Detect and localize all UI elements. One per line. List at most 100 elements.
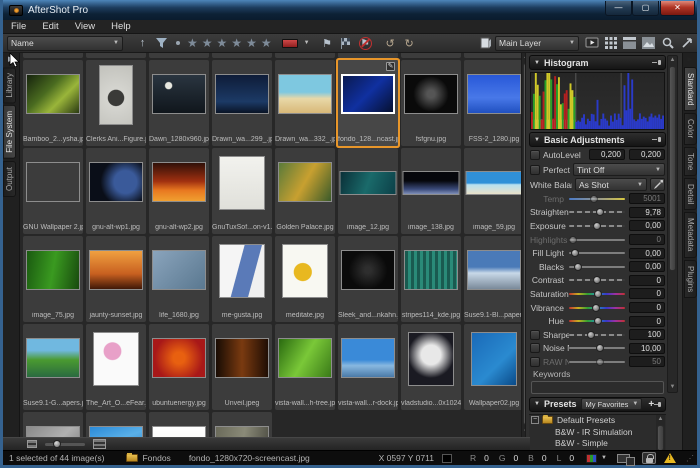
small-thumbnails-icon[interactable] [27,440,37,448]
thumbnail-cell[interactable]: Golden Palace.jpg [275,148,335,234]
thumbnail-cell[interactable]: vista-wall...r-dock.jpg [338,324,398,410]
thumbnail-size-slider-thumb[interactable] [53,440,61,448]
thumbnail-cell[interactable]: jaunty-sunset.jpg [86,236,146,322]
hue-slider[interactable] [569,317,625,325]
pin-icon[interactable] [652,136,661,143]
noise-ninja-value[interactable]: 10,00 [629,343,665,354]
thumbnail-cell[interactable] [86,412,146,437]
thumbnail-cell[interactable]: GnuTuxSof...on-v1.jpg [212,148,272,234]
collapse-arrow-icon[interactable]: ▶ [683,53,697,65]
highlights-value[interactable]: 0 [629,234,665,245]
color-label-swatch[interactable] [282,35,298,51]
noise-ninja-checkbox[interactable] [530,343,540,353]
thumbnail-cell[interactable]: gnu-alt-wp2.jpg [149,148,209,234]
slider-thumb[interactable] [574,263,582,271]
noise-ninja-slider[interactable] [569,344,625,352]
pin-icon[interactable] [654,401,661,408]
thumbnail-cell[interactable]: stripes114_kde.jpg [401,236,461,322]
menu-item-view[interactable]: View [67,21,103,32]
presets-scrollbar[interactable]: ▲ [656,415,665,450]
close-button[interactable]: ✕ [660,1,695,16]
slider-thumb[interactable] [596,344,604,352]
exposure-slider[interactable] [569,222,625,230]
saturation-slider[interactable] [569,290,625,298]
thumbnail-cell[interactable]: me-gusta.jpg [212,236,272,322]
sharpening-value[interactable]: 100 [629,329,665,340]
sidebar-tab-file-system[interactable]: File System [3,105,16,159]
thumbnail-cell[interactable]: image_75.jpg [23,236,83,322]
thumbnail-cell[interactable]: image_138.jpg [401,148,461,234]
straighten-slider[interactable] [569,208,625,216]
zoom-tool-icon[interactable] [660,35,675,51]
rotate-left-icon[interactable]: ↺ [383,35,398,51]
warning-icon[interactable] [664,453,676,463]
panel-tab-standard[interactable]: Standard [684,67,697,111]
blacks-value[interactable]: 0,00 [629,261,665,272]
menu-item-file[interactable]: File [3,21,34,32]
vibrance-slider[interactable] [569,304,625,312]
thumbnail-cell[interactable] [23,53,83,58]
pin-icon[interactable] [652,59,661,66]
color-profile-icon[interactable] [586,454,597,463]
scroll-down-icon[interactable]: ▼ [668,383,677,392]
dual-monitor-icon[interactable] [617,454,630,463]
star-icon[interactable]: ★ [231,36,242,50]
slider-thumb[interactable] [596,208,604,216]
sharpening-slider[interactable] [569,331,625,339]
thumbnail-cell[interactable] [464,53,521,58]
contrast-value[interactable]: 0 [629,275,665,286]
thumbnail-cell[interactable]: Unveil.jpeg [212,324,272,410]
thumbnail-cell[interactable]: Drawn_wa...332_.jpg [275,60,335,146]
filter-icon[interactable] [154,35,169,51]
rotate-right-icon[interactable]: ↻ [402,35,417,51]
scroll-up-icon[interactable]: ▲ [656,415,665,424]
resize-grip[interactable]: ⋰ [686,454,695,463]
keywords-input[interactable] [531,381,664,394]
thumbnail-cell[interactable] [212,412,272,437]
maximize-button[interactable]: ▢ [632,1,659,16]
temp-value[interactable]: 5001 [629,193,665,204]
raw-noise-value[interactable]: 50 [629,356,665,367]
panel-scrollbar-thumb[interactable] [669,66,676,271]
collapse-box-icon[interactable]: − [531,416,539,424]
slider-thumb[interactable] [593,276,601,284]
lock-icon[interactable] [642,452,656,464]
layers-icon[interactable] [478,35,493,51]
multi-image-view-icon[interactable] [603,35,618,51]
finish-flag-icon[interactable] [339,35,354,51]
white-balance-dropdown[interactable]: As Shot ▼ [575,178,647,191]
layer-dropdown[interactable]: Main Layer ▼ [495,36,579,51]
slider-thumb[interactable] [587,331,595,339]
raw-noise-checkbox[interactable] [530,357,540,367]
thumbnail-cell[interactable] [149,412,209,437]
thumbnail-cell[interactable]: gnu-alt-wp1.jpg [86,148,146,234]
blacks-slider[interactable] [569,263,625,271]
thumbnail-cell[interactable]: ubuntuenergy.jpg [149,324,209,410]
contrast-slider[interactable] [569,276,625,284]
thumbnail-cell[interactable]: Sleek_and...nkahn.jpg [338,236,398,322]
no-flag-icon[interactable]: ⚑ [358,35,373,51]
slider-thumb[interactable] [592,304,600,312]
thumbnail-cell[interactable]: image_12.jpg [338,148,398,234]
exposure-value[interactable]: 0,00 [629,220,665,231]
thumbnail-cell[interactable]: Wallpaper02.jpg [464,324,521,410]
vibrance-value[interactable]: 0 [629,302,665,313]
thumbnail-cell[interactable]: Drawn_wa...299_.jpg [212,60,272,146]
thumbnail-cell[interactable]: Suse9.1-G...apers.jpg [23,324,83,410]
sidebar-tab-library[interactable]: Library [3,67,16,103]
panel-tab-plugins[interactable]: Plugins [684,260,697,298]
thumbnail-cell[interactable]: fsfgnu.jpg [401,60,461,146]
minimize-button[interactable]: — [605,1,632,16]
thumbnail-cell[interactable] [149,53,209,58]
thumbnail-cell[interactable]: FSS-2_1280.jpg [464,60,521,146]
panel-tab-detail[interactable]: Detail [684,178,697,210]
temp-slider[interactable] [569,195,625,203]
star-icon[interactable]: ★ [202,36,213,50]
chevron-down-icon[interactable]: ▼ [601,455,607,461]
thumbnail-cell[interactable] [86,53,146,58]
autolevel-value-low[interactable]: 0,200 [589,149,625,160]
browse-view-icon[interactable] [622,35,637,51]
slider-thumb[interactable] [594,290,602,298]
sort-dropdown[interactable]: Name ▼ [7,36,123,51]
rating-zero-dot-icon[interactable] [176,41,180,45]
